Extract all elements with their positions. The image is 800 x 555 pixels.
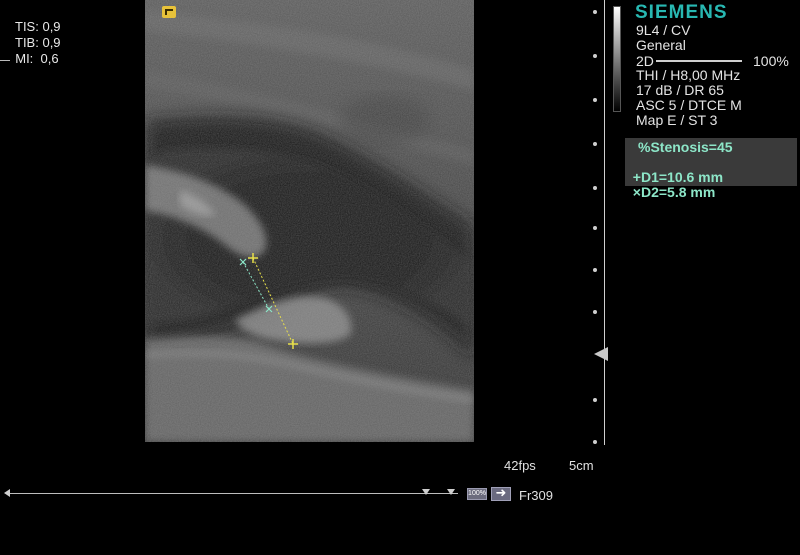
mi-value: 0,6 xyxy=(40,51,59,66)
stenosis-result: %Stenosis=45 xyxy=(638,139,733,155)
depth-tick xyxy=(593,440,597,444)
cine-start-marker-icon[interactable] xyxy=(4,489,10,497)
imaging-param: 17 dB / DR 65 xyxy=(636,82,724,98)
d2-result-row: ×D2=5.8 mm xyxy=(625,170,716,200)
zoom-indicator[interactable]: 100% xyxy=(467,488,487,500)
depth-tick xyxy=(593,226,597,230)
depth-tick xyxy=(593,310,597,314)
cine-end-marker-icon[interactable] xyxy=(447,489,455,495)
mi-label: MI: xyxy=(15,51,34,66)
arrow-right-icon[interactable]: ➜ xyxy=(491,487,511,501)
frame-rate: 42fps xyxy=(504,458,536,473)
mi-readout: MI: 0,6 xyxy=(8,36,59,66)
imaging-param: THI / H8,00 MHz xyxy=(636,67,741,83)
brand-logo: SIEMENS xyxy=(635,2,728,23)
cine-end-marker-icon[interactable] xyxy=(422,489,430,495)
cine-scrollbar[interactable] xyxy=(6,493,458,494)
power-value: 100% xyxy=(753,53,789,69)
focus-marker-icon[interactable] xyxy=(594,347,608,361)
depth-value: 5cm xyxy=(569,458,594,473)
index-divider xyxy=(0,60,10,61)
preset-label: General xyxy=(636,37,686,53)
depth-tick xyxy=(593,186,597,190)
depth-tick xyxy=(593,98,597,102)
speckle-texture xyxy=(145,0,474,442)
d2-marker-icon: × xyxy=(632,184,641,200)
depth-scale xyxy=(604,0,605,445)
ultrasound-image[interactable] xyxy=(145,0,474,442)
ultrasound-scan xyxy=(145,0,474,442)
grayscale-bar xyxy=(613,6,621,112)
depth-tick xyxy=(593,54,597,58)
depth-tick xyxy=(593,268,597,272)
d2-result: D2=5.8 mm xyxy=(640,184,716,200)
depth-tick xyxy=(593,10,597,14)
imaging-param: ASC 5 / DTCE M xyxy=(636,97,742,113)
imaging-param: Map E / ST 3 xyxy=(636,112,718,128)
orientation-marker-icon xyxy=(162,6,176,18)
depth-tick xyxy=(593,142,597,146)
depth-tick xyxy=(593,398,597,402)
power-bar xyxy=(656,60,742,62)
frame-counter: Fr309 xyxy=(519,488,553,503)
transducer-label: 9L4 / CV xyxy=(636,22,691,38)
